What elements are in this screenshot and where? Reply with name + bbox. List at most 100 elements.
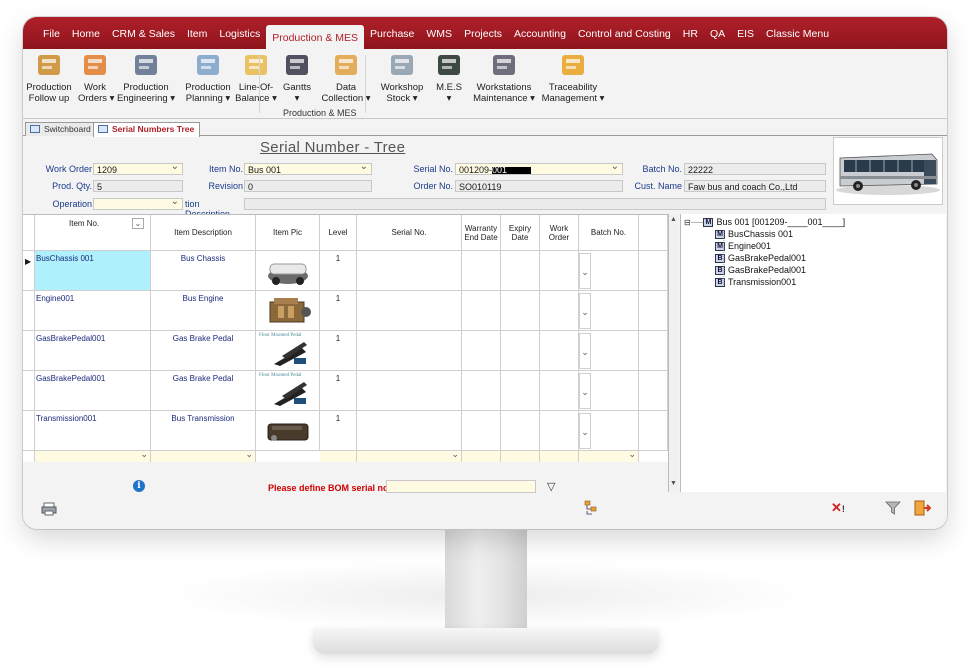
batch-no-cell[interactable]: ⌄: [579, 251, 639, 291]
menu-item-file[interactable]: File: [37, 17, 66, 49]
row-selector[interactable]: [23, 411, 35, 451]
batch-no-cell[interactable]: ⌄: [579, 371, 639, 411]
tab-switchboard[interactable]: Switchboard: [25, 122, 97, 136]
filter-icon[interactable]: [885, 500, 901, 516]
expiry-date-cell[interactable]: [501, 251, 540, 291]
line-of-balance-button[interactable]: Line-Of- Balance ▾: [235, 52, 277, 108]
work-order-cell[interactable]: [540, 291, 579, 331]
menu-item-hr[interactable]: HR: [677, 17, 704, 49]
menu-item-qa[interactable]: QA: [704, 17, 731, 49]
item-no-cell[interactable]: GasBrakePedal001: [35, 371, 151, 411]
batch-no-cell[interactable]: ⌄: [579, 291, 639, 331]
chevron-down-icon[interactable]: ⌄: [245, 451, 253, 460]
production-engineering-button[interactable]: Production Engineering ▾: [113, 52, 179, 108]
menu-item-purchase[interactable]: Purchase: [364, 17, 420, 49]
cust-name-field[interactable]: Faw bus and coach Co.,Ltd: [684, 180, 826, 192]
menu-item-accounting[interactable]: Accounting: [508, 17, 572, 49]
chevron-down-icon[interactable]: ⌄: [140, 451, 148, 460]
column-header[interactable]: Warranty End Date: [462, 215, 501, 251]
row-selector[interactable]: [23, 291, 35, 331]
workshop-stock-button[interactable]: Workshop Stock ▾: [378, 52, 426, 108]
expiry-date-cell[interactable]: [501, 331, 540, 371]
info-icon[interactable]: i: [133, 480, 145, 492]
production-followup-button[interactable]: Production Follow up: [23, 52, 75, 108]
work-order-cell[interactable]: [540, 251, 579, 291]
new-row-filter-cell[interactable]: ⌄: [579, 451, 639, 462]
column-header[interactable]: Serial No.: [357, 215, 462, 251]
column-header[interactable]: Batch No.: [579, 215, 639, 251]
tree-export-icon[interactable]: [583, 500, 599, 516]
row-selector[interactable]: [23, 331, 35, 371]
serial-no-cell[interactable]: [357, 411, 462, 451]
column-header[interactable]: Item No. ⌄: [35, 215, 151, 251]
batch-dropdown-icon[interactable]: ⌄: [579, 293, 591, 329]
new-row-cell[interactable]: [462, 451, 501, 462]
item-no-cell[interactable]: GasBrakePedal001: [35, 331, 151, 371]
order-no-field[interactable]: SO010119: [455, 180, 623, 192]
warranty-end-date-cell[interactable]: [462, 411, 501, 451]
item-no-cell[interactable]: BusChassis 001: [35, 251, 151, 291]
menu-item-logistics[interactable]: Logistics: [213, 17, 266, 49]
scroll-down-icon[interactable]: ▼: [670, 480, 677, 487]
bom-filter-icon[interactable]: ▽: [547, 480, 555, 493]
grid-vertical-scrollbar[interactable]: ▲ ▼: [668, 214, 678, 492]
chevron-down-icon[interactable]: ⌄: [451, 451, 459, 460]
column-header[interactable]: Item Pic: [256, 215, 320, 251]
work-order-cell[interactable]: [540, 331, 579, 371]
expiry-date-cell[interactable]: [501, 411, 540, 451]
work-order-cell[interactable]: [540, 411, 579, 451]
batch-no-cell[interactable]: ⌄: [579, 331, 639, 371]
menu-item-wms[interactable]: WMS: [420, 17, 458, 49]
menu-item-home[interactable]: Home: [66, 17, 106, 49]
column-filter-dropdown-icon[interactable]: ⌄: [132, 218, 144, 229]
expiry-date-cell[interactable]: [501, 291, 540, 331]
warranty-end-date-cell[interactable]: [462, 371, 501, 411]
serial-no-cell[interactable]: [357, 291, 462, 331]
column-header[interactable]: Expiry Date: [501, 215, 540, 251]
operation-field[interactable]: [93, 198, 183, 210]
warranty-end-date-cell[interactable]: [462, 251, 501, 291]
menu-item-production-mes[interactable]: Production & MES: [266, 25, 365, 49]
traceability-management-button[interactable]: Traceability Management ▾: [538, 52, 608, 108]
printer-icon[interactable]: [41, 502, 57, 516]
workstations-maintenance-button[interactable]: Workstations Maintenance ▾: [471, 52, 537, 108]
clear-error-icon[interactable]: ✕!: [831, 500, 847, 516]
prod-qty-field[interactable]: 5: [93, 180, 183, 192]
batch-dropdown-icon[interactable]: ⌄: [579, 373, 591, 409]
column-header[interactable]: Work Order: [540, 215, 579, 251]
operation-description-field[interactable]: [244, 198, 826, 210]
chevron-down-icon[interactable]: ⌄: [628, 451, 636, 460]
serial-no-cell[interactable]: [357, 251, 462, 291]
bom-serial-input[interactable]: [386, 480, 536, 493]
expiry-date-cell[interactable]: [501, 371, 540, 411]
tab-serial-numbers-tree[interactable]: Serial Numbers Tree: [93, 122, 201, 137]
mes-button[interactable]: M.E.S ▾: [430, 52, 468, 108]
item-no-cell[interactable]: Transmission001: [35, 411, 151, 451]
batch-dropdown-icon[interactable]: ⌄: [579, 413, 591, 449]
new-row-filter-cell[interactable]: ⌄: [357, 451, 462, 462]
batch-no-cell[interactable]: ⌄: [579, 411, 639, 451]
new-row-cell[interactable]: [540, 451, 579, 462]
work-order-field[interactable]: 1209: [93, 163, 183, 175]
revision-field[interactable]: 0: [244, 180, 372, 192]
new-row-filter-cell[interactable]: ⌄: [151, 451, 256, 462]
serial-no-cell[interactable]: [357, 371, 462, 411]
item-no-cell[interactable]: Engine001: [35, 291, 151, 331]
scroll-up-icon[interactable]: ▲: [670, 216, 677, 223]
menu-item-item[interactable]: Item: [181, 17, 213, 49]
new-row-filter-cell[interactable]: ⌄: [35, 451, 151, 462]
menu-item-eis[interactable]: EIS: [731, 17, 760, 49]
column-header[interactable]: Item Description: [151, 215, 256, 251]
batch-dropdown-icon[interactable]: ⌄: [579, 253, 591, 289]
menu-item-classic-menu[interactable]: Classic Menu: [760, 17, 835, 49]
serial-no-field[interactable]: 001209-001: [455, 163, 623, 175]
item-no-field[interactable]: Bus 001: [244, 163, 372, 175]
warranty-end-date-cell[interactable]: [462, 331, 501, 371]
new-row-cell[interactable]: [320, 451, 357, 462]
production-planning-button[interactable]: Production Planning ▾: [183, 52, 233, 108]
row-selector[interactable]: [23, 371, 35, 411]
work-orders-button[interactable]: Work Orders ▾: [78, 52, 114, 108]
new-row-cell[interactable]: [501, 451, 540, 462]
exit-door-icon[interactable]: [913, 499, 932, 517]
serial-no-cell[interactable]: [357, 331, 462, 371]
